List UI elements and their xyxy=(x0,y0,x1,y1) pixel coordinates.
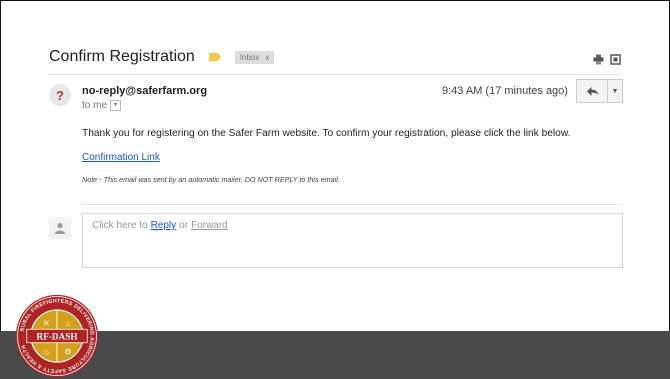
rf-dash-logo: RURAL FIREFIGHTERS DELIVERING AGRICULTUR… xyxy=(15,294,99,378)
email-subject: Confirm Registration xyxy=(49,48,195,65)
reply-or-text: or xyxy=(179,220,189,231)
new-window-icon[interactable] xyxy=(610,52,621,70)
logo-center-text: RF-DASH xyxy=(36,331,78,341)
star-icon[interactable]: ☆ xyxy=(556,83,569,100)
inbox-label-chip[interactable]: Inbox x xyxy=(234,50,275,64)
reply-prompt-prefix: Click here to xyxy=(92,220,148,231)
reply-divider xyxy=(82,204,621,205)
recipient-row: to me ▾ xyxy=(82,100,122,111)
reply-link[interactable]: Reply xyxy=(151,220,177,231)
slide-frame: Confirm Registration Inbox x ? no-reply@… xyxy=(0,0,670,379)
details-dropdown-icon[interactable]: ▾ xyxy=(110,100,122,111)
inbox-chip-label: Inbox xyxy=(239,52,260,62)
more-actions-button[interactable]: ▼ xyxy=(607,79,623,103)
confirmation-link[interactable]: Confirmation Link xyxy=(82,152,160,163)
email-timestamp: 9:43 AM (17 minutes ago) xyxy=(442,85,568,97)
footer-bar xyxy=(0,331,670,379)
sender-address[interactable]: no-reply@saferfarm.org xyxy=(82,85,207,97)
automated-note: Note - This email was sent by an automat… xyxy=(82,175,340,184)
reply-prompt: Click here to Reply or Forward xyxy=(92,220,228,231)
forward-link[interactable]: Forward xyxy=(191,220,228,231)
header-divider xyxy=(49,74,621,75)
axes-icon: ✕ xyxy=(43,318,50,328)
reply-button[interactable] xyxy=(576,79,610,103)
remove-label-icon[interactable]: x xyxy=(265,53,269,62)
email-body: Thank you for registering on the Safer F… xyxy=(82,128,571,139)
barn-icon: ⌂ xyxy=(65,318,70,328)
tractor-icon: ⚙ xyxy=(64,346,72,356)
flame-icon: ♨ xyxy=(42,346,50,356)
subject-row: Confirm Registration Inbox x xyxy=(49,47,275,67)
unknown-sender-icon: ? xyxy=(49,84,71,106)
recipient-label: to me xyxy=(82,100,108,111)
reply-arrow-icon xyxy=(587,86,599,96)
print-icon[interactable] xyxy=(593,52,604,70)
reply-box[interactable]: Click here to Reply or Forward xyxy=(82,213,623,268)
top-right-icons xyxy=(593,52,621,70)
person-icon xyxy=(49,217,71,239)
label-tag-icon[interactable] xyxy=(208,53,221,61)
